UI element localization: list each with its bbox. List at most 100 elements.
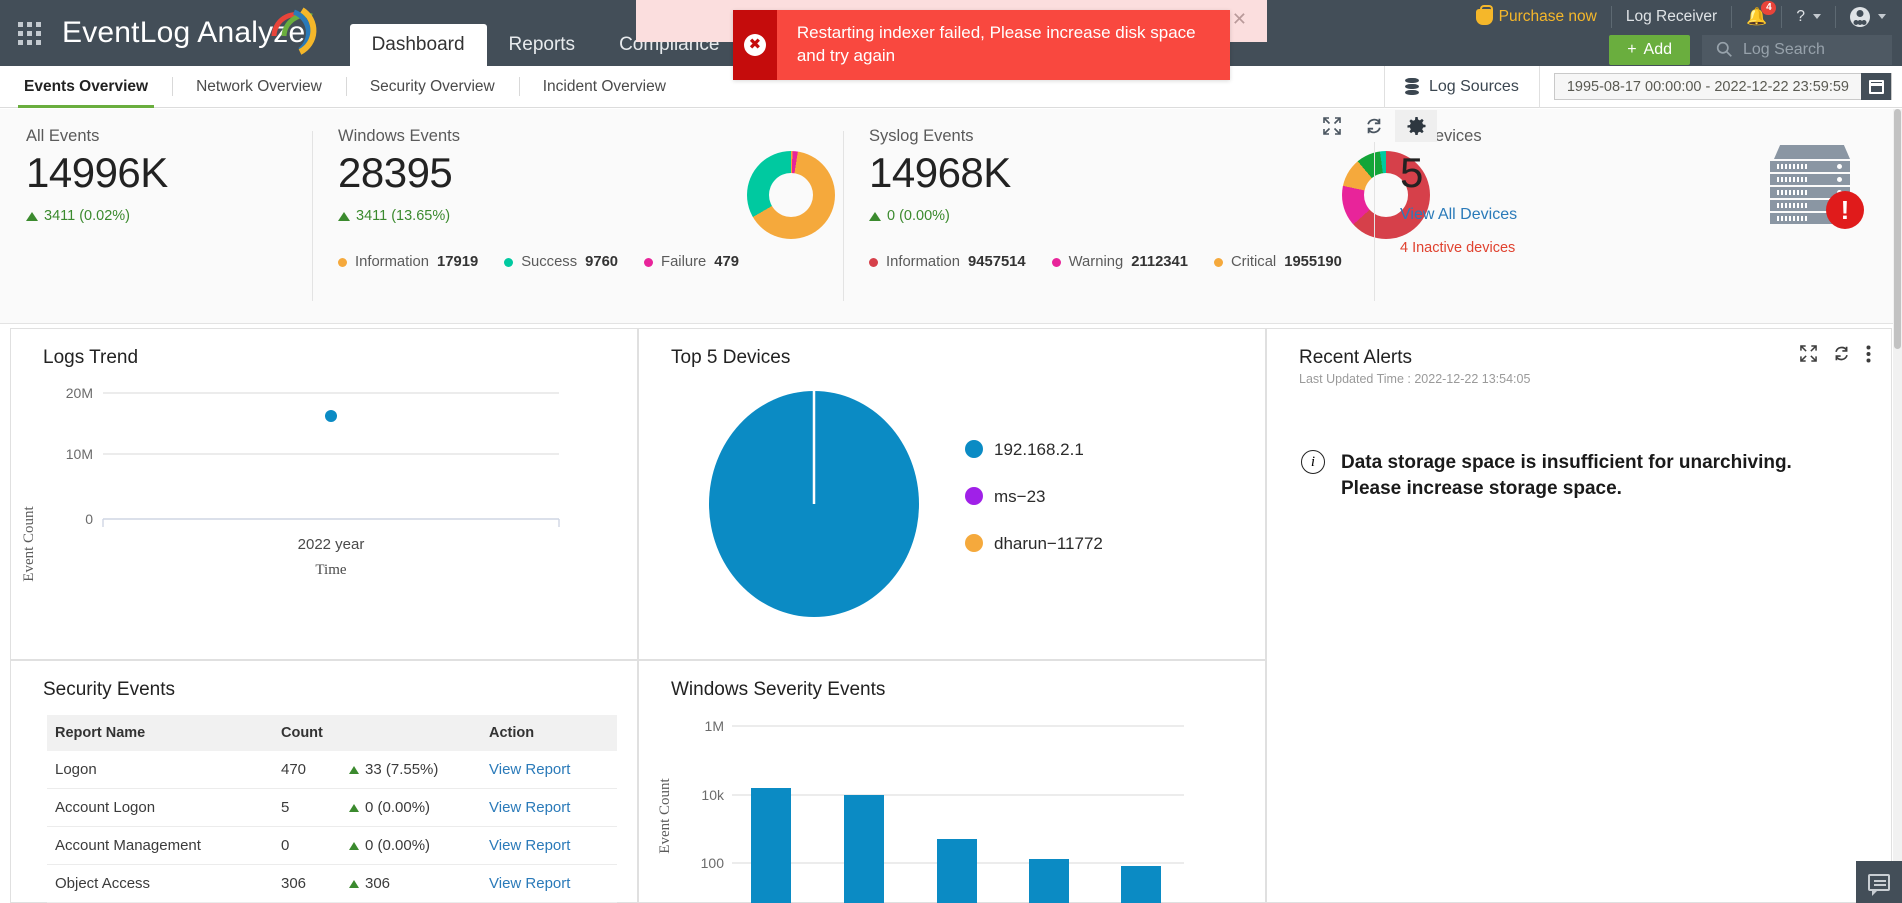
triangle-up-icon: [349, 842, 359, 850]
all-devices-label: All Devices: [1400, 127, 1722, 146]
bar-4: [1121, 866, 1161, 903]
col-delta: [341, 715, 481, 751]
cell-action: View Report: [481, 751, 617, 789]
expand-icon: [1323, 117, 1341, 135]
close-icon[interactable]: ✕: [1232, 10, 1247, 28]
syslog-events-delta-label: 0 (0.00%): [887, 208, 950, 224]
ytick-0: 0: [85, 511, 93, 527]
tab-security-overview[interactable]: Security Overview: [346, 66, 519, 108]
top5-devices-card: Top 5 Devices 192.168.2.1 ms−23 dharun−1…: [638, 328, 1266, 660]
view-report-link[interactable]: View Report: [489, 875, 570, 892]
windows-severity-title: Windows Severity Events: [639, 661, 1265, 701]
legend-item[interactable]: Information 9457514: [869, 254, 1026, 270]
date-range-value: 1995-08-17 00:00:00 - 2022-12-22 23:59:5…: [1555, 79, 1861, 95]
security-events-card: Security Events Report Name Count Action…: [10, 660, 638, 903]
windows-severity-card: Windows Severity Events Event Count 1M 1…: [638, 660, 1266, 903]
top5-devices-title: Top 5 Devices: [639, 329, 1265, 369]
question-mark-icon: ?: [1796, 8, 1805, 26]
expand-alerts-button[interactable]: [1800, 345, 1817, 366]
logs-trend-xlabel: Time: [315, 562, 346, 578]
calendar-icon: [1869, 80, 1884, 94]
windows-events-donut-chart: [747, 151, 835, 239]
alerts-more-menu-button[interactable]: [1866, 345, 1871, 366]
all-events-delta: 3411 (0.02%): [26, 208, 168, 224]
legend-item[interactable]: Success 9760: [504, 254, 618, 270]
dashboard-settings-button[interactable]: [1395, 110, 1437, 142]
add-button[interactable]: + Add: [1609, 35, 1690, 65]
bar-2: [937, 839, 977, 903]
legend-item[interactable]: Warning 2112341: [1052, 254, 1188, 270]
ytick-1M: 1M: [705, 718, 724, 734]
app-logo[interactable]: EventLog Analyzer: [58, 0, 316, 66]
server-rack-icon: !: [1768, 145, 1856, 221]
tab-events-overview[interactable]: Events Overview: [0, 66, 172, 108]
notifications-button[interactable]: 🔔 4: [1732, 6, 1782, 28]
inactive-devices-link[interactable]: 4 Inactive devices: [1400, 240, 1722, 256]
log-search-placeholder: Log Search: [1743, 41, 1825, 59]
legend-dot-icon: [644, 258, 653, 267]
user-avatar-icon: [1850, 7, 1870, 27]
legend-label: Information: [886, 254, 960, 270]
cart-icon: [1476, 9, 1493, 25]
legend-value: 1955190: [1284, 254, 1342, 270]
legend-item[interactable]: Failure 479: [644, 254, 739, 270]
legend-value: 479: [714, 254, 739, 270]
table-row: Account Management 0 0 (0.00%) View Repo…: [47, 827, 617, 865]
windows-events-value: 28395: [338, 150, 739, 196]
cell-count: 0: [273, 827, 341, 865]
database-icon: [1405, 78, 1419, 95]
chevron-down-icon: [1813, 14, 1821, 19]
chat-support-button[interactable]: [1856, 861, 1902, 903]
purchase-now-button[interactable]: Purchase now: [1462, 6, 1612, 28]
legend-item[interactable]: Information 17919: [338, 254, 478, 270]
refresh-alerts-button[interactable]: [1833, 345, 1850, 366]
stat-card-syslog-events: Syslog Events 14968K 0 (0.00%) Informati…: [843, 109, 1374, 323]
col-report-name: Report Name: [47, 715, 273, 751]
syslog-events-value: 14968K: [869, 150, 1342, 196]
bar-3: [1029, 859, 1069, 903]
cell-action: View Report: [481, 865, 617, 903]
legend-label-2: dharun−11772: [994, 534, 1103, 553]
expand-dashboard-button[interactable]: [1311, 110, 1353, 142]
chevron-down-icon: [1878, 14, 1886, 19]
nav-reports[interactable]: Reports: [487, 24, 598, 66]
windows-events-label: Windows Events: [338, 127, 739, 146]
log-search-input[interactable]: Log Search: [1702, 35, 1892, 65]
legend-value: 9457514: [968, 254, 1026, 270]
col-action: Action: [481, 715, 617, 751]
date-range-picker[interactable]: 1995-08-17 00:00:00 - 2022-12-22 23:59:5…: [1554, 73, 1892, 100]
calendar-button[interactable]: [1861, 73, 1891, 100]
bar-0: [751, 788, 791, 903]
bar-1: [844, 795, 884, 903]
logo-swoosh-icon: [270, 6, 322, 56]
tab-network-overview[interactable]: Network Overview: [172, 66, 346, 108]
cell-count: 5: [273, 789, 341, 827]
syslog-events-delta: 0 (0.00%): [869, 208, 1342, 224]
refresh-icon: [1833, 345, 1850, 362]
ytick-10k: 10k: [701, 787, 725, 803]
nav-dashboard[interactable]: Dashboard: [350, 24, 487, 66]
log-receiver-label: Log Receiver: [1626, 8, 1717, 26]
search-icon: [1716, 41, 1733, 58]
refresh-dashboard-button[interactable]: [1353, 110, 1395, 142]
logs-trend-ylabel: Event Count: [21, 505, 37, 581]
triangle-up-icon: [349, 880, 359, 888]
view-report-link[interactable]: View Report: [489, 761, 570, 778]
help-menu-button[interactable]: ?: [1782, 6, 1836, 28]
view-report-link[interactable]: View Report: [489, 799, 570, 816]
view-report-link[interactable]: View Report: [489, 837, 570, 854]
toast-message: Restarting indexer failed, Please increa…: [777, 10, 1230, 80]
cell-report-name: Logon: [47, 751, 273, 789]
cell-delta: 0 (0.00%): [341, 827, 481, 865]
page-scrollbar[interactable]: [1893, 109, 1902, 903]
log-receiver-button[interactable]: Log Receiver: [1612, 6, 1732, 28]
scrollbar-thumb[interactable]: [1894, 109, 1901, 349]
tab-incident-overview[interactable]: Incident Overview: [519, 66, 690, 108]
user-menu-button[interactable]: [1836, 6, 1892, 28]
alert-list-item[interactable]: i Data storage space is insufficient for…: [1267, 386, 1891, 502]
logs-trend-data-point: [325, 410, 337, 422]
legend-item[interactable]: Critical 1955190: [1214, 254, 1342, 270]
view-all-devices-link[interactable]: View All Devices: [1400, 206, 1722, 224]
log-sources-button[interactable]: Log Sources: [1385, 66, 1540, 108]
apps-grid-button[interactable]: [0, 0, 58, 66]
